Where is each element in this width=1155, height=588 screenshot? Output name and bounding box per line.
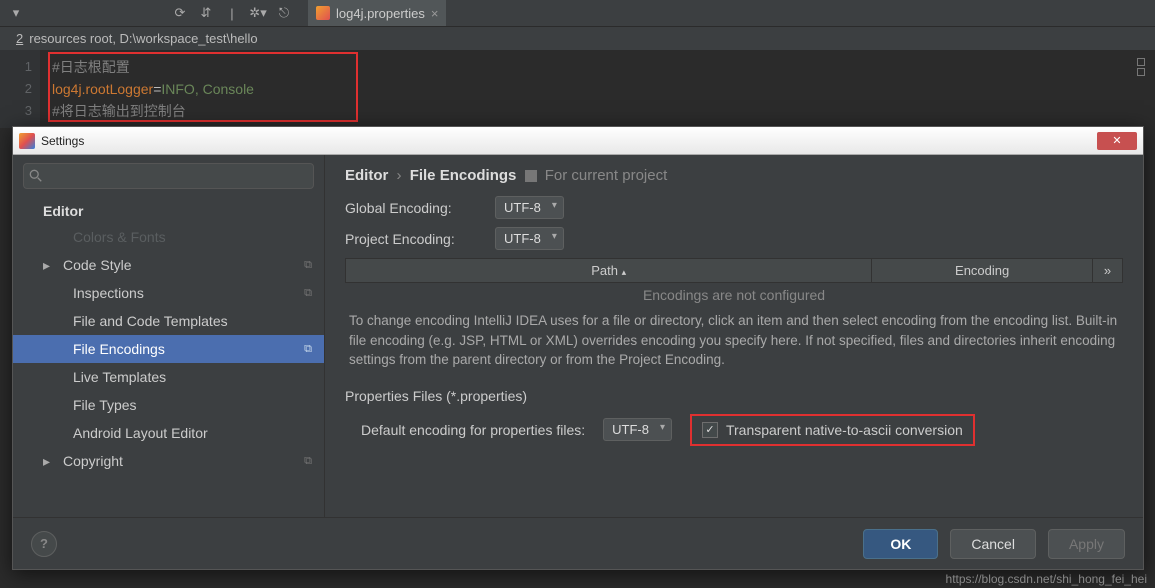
breadcrumb-bar: 2 resources root, D:\workspace_test\hell… [0,26,1155,50]
minimap-mark [1137,68,1145,76]
ide-toolbar: ▾ ⟳ ⇵ | ✲▾ ⎋ log4j.properties × [0,0,1155,26]
global-encoding-label: Global Encoding: [345,200,495,216]
code-area[interactable]: #日志根配置 log4j.rootLogger=INFO, Console #将… [40,50,1155,128]
app-icon [19,133,35,149]
sidebar-item-colors-fonts[interactable]: Colors & Fonts [13,223,324,251]
tab-close-icon[interactable]: × [431,6,439,21]
props-encoding-combo[interactable]: UTF-8 [603,418,672,441]
tree-section-editor[interactable]: Editor [13,197,324,223]
editor: 1 2 3 #日志根配置 log4j.rootLogger=INFO, Cons… [0,50,1155,128]
dialog-titlebar[interactable]: Settings ✕ [13,127,1143,155]
code-comment: #将日志输出到控制台 [52,103,186,119]
code-val: INFO, Console [161,81,254,97]
sidebar-item-code-style[interactable]: ▸Code Style⧉ [13,251,324,279]
project-encoding-label: Project Encoding: [345,231,495,247]
chevron-right-icon: ▸ [43,257,50,274]
help-button[interactable]: ? [31,531,57,557]
dialog-title: Settings [41,134,84,148]
copy-icon: ⧉ [304,287,312,300]
copy-icon: ⧉ [304,343,312,356]
watermark: https://blog.csdn.net/shi_hong_fei_hei [946,572,1147,586]
build-icon[interactable]: ⇵ [198,5,214,21]
dropdown-icon[interactable]: ▾ [8,5,24,21]
sidebar-item-file-types[interactable]: File Types [13,391,324,419]
close-button[interactable]: ✕ [1097,132,1137,150]
breadcrumb-underline: 2 [16,31,23,46]
tab-label: log4j.properties [336,6,425,21]
sidebar-item-copyright[interactable]: ▸Copyright⧉ [13,447,324,475]
apply-button[interactable]: Apply [1048,529,1125,559]
transparent-ascii-label: Transparent native-to-ascii conversion [726,422,963,438]
sort-asc-icon: ▴ [622,267,627,277]
properties-section-label: Properties Files (*.properties) [345,388,1123,404]
transparent-ascii-checkbox[interactable]: ✓ [702,422,718,438]
settings-tree: Editor Colors & Fonts ▸Code Style⧉ Inspe… [13,197,324,517]
gutter: 1 2 3 [0,50,40,128]
breadcrumb-text: resources root, D:\workspace_test\hello [29,31,257,46]
sidebar-item-file-encodings[interactable]: File Encodings⧉ [13,335,324,363]
copy-icon: ⧉ [304,455,312,468]
sync-icon[interactable]: ⟳ [172,5,188,21]
back-icon[interactable]: ⎋ [276,5,292,21]
search-icon [29,169,43,183]
th-encoding[interactable]: Encoding [872,259,1092,282]
sidebar-item-inspections[interactable]: Inspections⧉ [13,279,324,307]
settings-dialog: Settings ✕ Editor Colors & Fonts ▸Code S… [12,126,1144,570]
encodings-not-configured: Encodings are not configured [345,287,1123,303]
search-input[interactable] [23,163,314,189]
copy-icon: ⧉ [304,259,312,272]
editor-tab[interactable]: log4j.properties × [308,0,446,26]
th-more[interactable]: » [1092,259,1122,282]
code-key: log4j.rootLogger [52,81,153,97]
properties-file-icon [316,6,330,20]
cancel-button[interactable]: Cancel [950,529,1036,559]
line-number: 1 [0,56,32,78]
code-comment: #日志根配置 [52,59,130,75]
global-encoding-combo[interactable]: UTF-8 [495,196,564,219]
transparent-ascii-wrap: ✓ Transparent native-to-ascii conversion [690,414,975,446]
project-encoding-combo[interactable]: UTF-8 [495,227,564,250]
sidebar-item-file-code-templates[interactable]: File and Code Templates [13,307,324,335]
line-number: 3 [0,100,32,122]
th-path[interactable]: Path ▴ [346,259,872,282]
line-number: 2 [0,78,32,100]
sidebar-item-live-templates[interactable]: Live Templates [13,363,324,391]
settings-content: Editor › File Encodings For current proj… [325,155,1143,517]
divider-icon: | [224,5,240,21]
search-wrap [13,155,324,197]
settings-sidebar: Editor Colors & Fonts ▸Code Style⧉ Inspe… [13,155,325,517]
dialog-footer: ? OK Cancel Apply [13,517,1143,569]
project-scope-icon [525,170,537,182]
minimap-mark [1137,58,1145,66]
content-breadcrumb: Editor › File Encodings For current proj… [345,167,1123,184]
gear-icon[interactable]: ✲▾ [250,5,266,21]
props-encoding-label: Default encoding for properties files: [361,422,585,438]
encoding-table-header: Path ▴ Encoding » [345,258,1123,283]
ok-button[interactable]: OK [863,529,938,559]
chevron-right-icon: ▸ [43,453,50,470]
help-text: To change encoding IntelliJ IDEA uses fo… [345,305,1123,380]
sidebar-item-android-layout[interactable]: Android Layout Editor [13,419,324,447]
